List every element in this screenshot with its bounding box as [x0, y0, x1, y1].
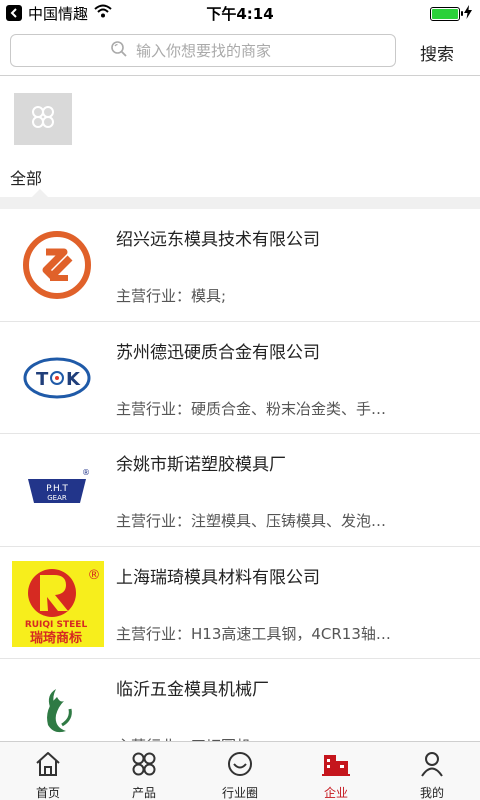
- tab-label: 我的: [419, 786, 444, 800]
- charging-icon: [464, 5, 472, 23]
- status-left: 中国情趣: [0, 3, 112, 24]
- category-label-all[interactable]: 全部: [10, 165, 42, 189]
- company-industry: 主营行业：注塑模具、压铸模具、发泡…: [116, 512, 387, 530]
- search-button[interactable]: 搜索: [420, 40, 454, 65]
- ruiqi-logo: ® RUIQI STEEL 瑞琦商标: [12, 560, 104, 647]
- company-list-item[interactable]: P.H.T GEAR ® 余姚市斯诺塑胶模具厂 主营行业：注塑模具、压铸模具、发…: [0, 434, 480, 547]
- user-icon: [420, 751, 444, 781]
- company-industry: 主营行业：模具;: [116, 287, 227, 305]
- tab-label: 行业圈: [221, 786, 258, 800]
- category-filter: 全部: [0, 77, 480, 197]
- pht-gear-logo: P.H.T GEAR ®: [28, 468, 90, 503]
- company-name: 绍兴远东模具技术有限公司: [116, 230, 320, 250]
- company-list: 绍兴远东模具技术有限公司 主营行业：模具; T K 苏州德迅硬质合金有限公司 主…: [0, 209, 480, 772]
- tab-products[interactable]: 产品: [96, 742, 192, 800]
- active-category-indicator: [32, 189, 48, 197]
- company-logo: P.H.T GEAR ®: [14, 454, 100, 526]
- tab-industry-circle[interactable]: 行业圈: [192, 742, 288, 800]
- company-list-item[interactable]: T K 苏州德迅硬质合金有限公司 主营行业：硬质合金、粉末冶金类、手…: [0, 322, 480, 434]
- ruiqi-steel-text: RUIQI STEEL: [25, 620, 88, 630]
- company-logo: T K: [14, 342, 100, 414]
- tk-logo-letter-t: T: [36, 369, 49, 390]
- battery-fill: [432, 9, 458, 19]
- yuandong-logo: [23, 231, 91, 299]
- ruiqi-brand-text: 瑞琦商标: [30, 630, 82, 646]
- building-icon: [322, 751, 350, 781]
- grid-icon: [131, 751, 157, 781]
- tk-logo: T K: [23, 357, 91, 398]
- tk-logo-letter-k: K: [66, 369, 81, 390]
- home-icon: [34, 751, 62, 781]
- company-list-item[interactable]: ® RUIQI STEEL 瑞琦商标 上海瑞琦模具材料有限公司 主营行业：H13…: [0, 547, 480, 659]
- back-to-app-icon[interactable]: [6, 5, 22, 21]
- wifi-icon: [94, 4, 112, 22]
- status-bar: 中国情趣 下午4:14: [0, 0, 480, 26]
- company-list-item[interactable]: 绍兴远东模具技术有限公司 主营行业：模具;: [0, 209, 480, 322]
- smile-icon: [227, 751, 253, 781]
- linyi-leaf-logo: [47, 689, 72, 733]
- tab-home[interactable]: 首页: [0, 742, 96, 800]
- tab-label: 企业: [323, 786, 348, 800]
- category-item-all[interactable]: [14, 93, 72, 145]
- company-industry: 主营行业：H13高速工具钢，4CR13轴…: [116, 624, 391, 643]
- company-logo: ® RUIQI STEEL 瑞琦商标: [12, 560, 104, 647]
- category-icon-box: [14, 93, 72, 145]
- grid-icon: [30, 104, 56, 134]
- carrier-label: 中国情趣: [28, 4, 89, 23]
- bottom-tab-bar: 首页 产品 行业圈 企业 我的: [0, 741, 480, 800]
- company-name: 临沂五金模具机械厂: [116, 680, 269, 700]
- tab-enterprise[interactable]: 企业: [288, 742, 384, 800]
- app-screen: 中国情趣 下午4:14 输入你想要找的商家 搜索 全部 绍兴远东模具技术有限公司…: [0, 0, 480, 800]
- ruiqi-registered-mark: ®: [88, 568, 101, 583]
- status-right: [430, 5, 472, 23]
- company-logo: [14, 229, 100, 301]
- search-header: 搜索: [0, 26, 480, 76]
- search-icon: [110, 40, 128, 62]
- battery-icon: [430, 7, 463, 21]
- company-name: 余姚市斯诺塑胶模具厂: [116, 455, 286, 475]
- tab-label: 产品: [131, 786, 156, 800]
- company-name: 苏州德迅硬质合金有限公司: [116, 342, 320, 363]
- search-input[interactable]: [136, 41, 296, 60]
- tab-label: 首页: [35, 786, 60, 800]
- section-divider: [0, 197, 480, 209]
- company-industry: 主营行业：硬质合金、粉末冶金类、手…: [116, 399, 387, 418]
- company-name: 上海瑞琦模具材料有限公司: [116, 567, 320, 588]
- pht-logo-text: P.H.T: [46, 484, 68, 494]
- gear-logo-text: GEAR: [47, 494, 67, 502]
- search-box[interactable]: [10, 34, 396, 67]
- pht-registered-mark: ®: [82, 468, 90, 477]
- tab-mine[interactable]: 我的: [384, 742, 480, 800]
